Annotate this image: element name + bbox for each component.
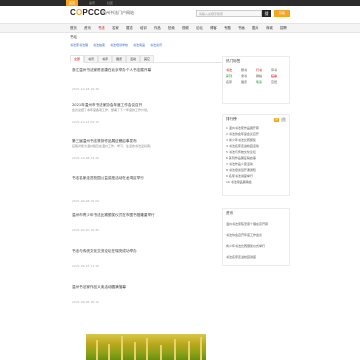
nav-item[interactable]: 拍卖 (168, 24, 175, 32)
nav-item[interactable]: 博客 (210, 24, 217, 32)
hot-tag[interactable]: 隶书 (241, 74, 256, 78)
filter-tab[interactable]: 书评 (98, 55, 113, 63)
nav-item[interactable]: 商城 (266, 24, 273, 32)
site-tagline: 温州书法门户网站 (102, 10, 134, 15)
sub-link[interactable]: 书法家书法展 (70, 43, 88, 47)
news-item[interactable]: 书法名家走进校园讲座 (226, 252, 286, 263)
page-title: 书坛 (70, 35, 77, 39)
nav-item[interactable]: 名家 (112, 24, 119, 32)
hot-tag[interactable]: 行书 (256, 68, 271, 72)
search-input[interactable]: 请输入关键字搜索 (196, 10, 262, 17)
hot-tag[interactable]: 书法 (226, 68, 241, 72)
nav-item[interactable]: 培训 (140, 24, 147, 32)
rank-title: 排行榜 周月 (226, 117, 286, 122)
advanced-search-button[interactable]: 高级 (274, 10, 290, 17)
hot-tag[interactable]: 碑帖 (256, 74, 271, 78)
nav-item[interactable]: 视频 (182, 24, 189, 32)
hot-tag[interactable]: 笔墨 (256, 80, 271, 84)
site-logo[interactable]: COPCCC (70, 8, 106, 17)
hot-tag[interactable]: 楷书 (241, 68, 256, 72)
article-summary: 会议总结了本年度各项工作，部署了下一年度的工作计划。 (72, 108, 151, 112)
news-item[interactable]: 温州书法家陈忠康个展在京开幕 (226, 219, 286, 230)
news-item[interactable]: 青少年书法比赛颁奖仪式举行 (226, 241, 286, 252)
nav-item[interactable]: 作品 (154, 24, 161, 32)
rank-tab-week[interactable]: 周 (274, 118, 279, 122)
sub-link[interactable]: 书法用品 (133, 43, 145, 47)
hot-tag[interactable]: 临摹 (271, 74, 286, 78)
news-box: 资讯 温州书法家陈忠康个展在京开幕 书法协会召开年度工作会议 青少年书法比赛颁奖… (222, 208, 290, 266)
sub-links: 书法家书法展 书法拍卖 书法培训学校 书法用品 书法资讯 (70, 43, 210, 48)
article-title[interactable]: 温州书法家作品义卖活动圆满落幕 (72, 285, 252, 290)
hot-tag[interactable]: 篆刻 (226, 74, 241, 78)
hot-tag[interactable]: 名家 (226, 80, 241, 84)
news-item[interactable]: 书法协会召开年度工作会议 (226, 230, 286, 241)
rank-box: 排行榜 周月 1 温州书法家作品展开幕 2 书法协会年度会议召开 3 青少年书法… (222, 114, 290, 196)
banner-image[interactable] (86, 334, 206, 360)
filter-tab[interactable]: 展览 (112, 55, 127, 63)
filter-tab[interactable]: 全部 (70, 55, 85, 63)
filter-tab[interactable]: 其它 (140, 55, 155, 63)
sub-link[interactable]: 书法培训学校 (110, 43, 128, 47)
nav-item[interactable]: 专题 (224, 24, 231, 32)
hot-tag[interactable]: 宣纸 (271, 80, 286, 84)
rank-item[interactable]: 10 书法用品展销会 (226, 179, 286, 185)
article-time: 2021-09-06 16:10 (72, 300, 100, 304)
hot-tag[interactable]: 草书 (271, 68, 286, 72)
filter-tab[interactable]: 活动 (126, 55, 141, 63)
nav-item[interactable]: 书法 (98, 24, 105, 32)
article-item: 温州书法家作品义卖活动圆满落幕 2021-09-06 16:10 (72, 285, 252, 304)
nav-item[interactable]: 展览 (126, 24, 133, 32)
nav-item[interactable]: 书画 (238, 24, 245, 32)
news-title: 资讯 (226, 211, 234, 215)
article-time: 2021-09-28 10:00 (72, 199, 100, 203)
hot-tag[interactable]: 展览 (241, 80, 256, 84)
sub-link[interactable]: 书法资讯 (150, 43, 162, 47)
nav-item[interactable]: 首页 (70, 24, 77, 32)
sub-link[interactable]: 书法拍卖 (93, 43, 105, 47)
search-button[interactable]: 搜 (262, 10, 271, 17)
hot-tags-box: 热门标签 书法 楷书 行书 草书 篆刻 隶书 碑帖 临摹 名家 展览 笔墨 宣纸 (222, 56, 290, 104)
main-nav: 首页 资讯 书法 名家 展览 培训 作品 拍卖 视频 论坛 博客 专题 书画 图… (0, 23, 360, 33)
nav-item[interactable]: 图片 (252, 24, 259, 32)
site-header (0, 6, 360, 21)
filter-tab[interactable]: 书讯 (84, 55, 99, 63)
hot-tags-title: 热门标签 (226, 59, 241, 63)
nav-item[interactable]: 招聘 (280, 24, 287, 32)
nav-item[interactable]: 论坛 (196, 24, 203, 32)
rank-tab-month[interactable]: 月 (281, 118, 286, 122)
nav-item[interactable]: 资讯 (84, 24, 91, 32)
